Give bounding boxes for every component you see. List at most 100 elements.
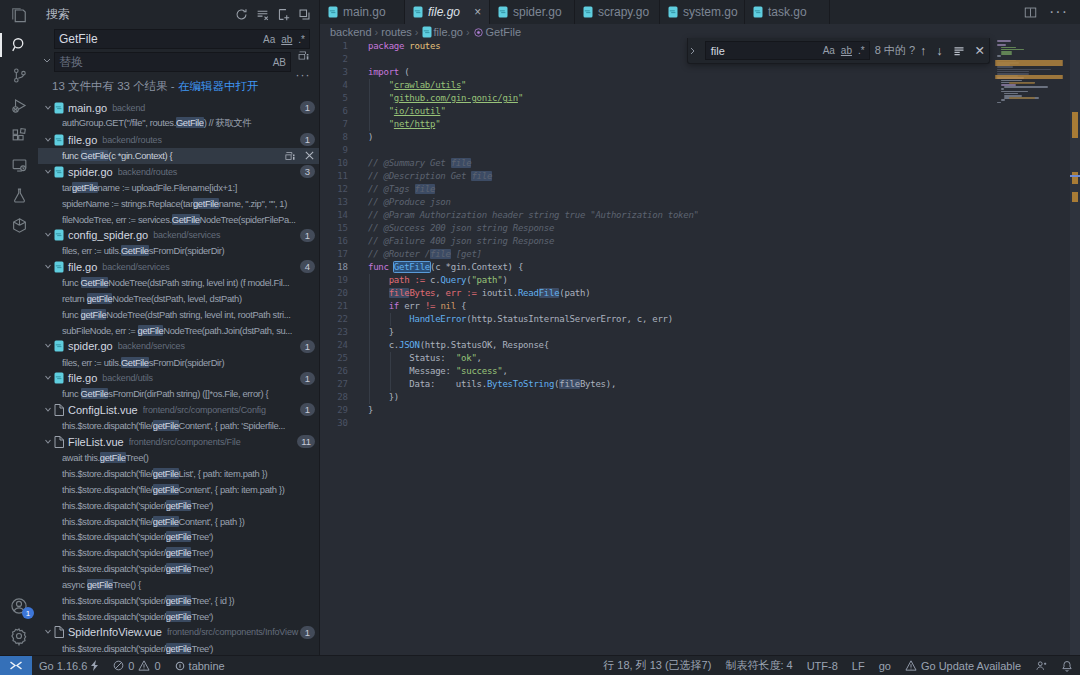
code-editor[interactable]: 1package routes23import (4 "crawlab/util… bbox=[320, 40, 1080, 655]
clear-search-results-icon[interactable] bbox=[256, 8, 269, 21]
replace-input[interactable] bbox=[55, 55, 272, 69]
find-regex-toggle[interactable]: .* bbox=[857, 45, 866, 56]
run-debug-icon[interactable] bbox=[0, 90, 38, 120]
status-item[interactable]: Go Update Available bbox=[898, 660, 1028, 672]
search-result-match[interactable]: await this.getFileTree() bbox=[38, 450, 319, 466]
search-result-match[interactable]: files, err := utils.GetFilesFromDir(spid… bbox=[38, 354, 319, 370]
breadcrumb-item[interactable]: backend bbox=[330, 26, 372, 38]
search-result-match[interactable]: return getFileNodeTree(dstPath, level, d… bbox=[38, 291, 319, 307]
search-result-file[interactable]: file.gobackend/services4 bbox=[38, 259, 319, 275]
search-result-match[interactable]: targetFilename := uploadFile.Filename[id… bbox=[38, 179, 319, 195]
search-result-file[interactable]: ConfigList.vuefrontend/src/components/Co… bbox=[38, 402, 319, 418]
search-result-match[interactable]: authGroup.GET("/file", routes.GetFile) /… bbox=[38, 116, 319, 132]
remote-indicator[interactable] bbox=[0, 656, 32, 675]
search-result-match[interactable]: this.$store.dispatch('spider/getFileTree… bbox=[38, 593, 319, 609]
search-result-match[interactable]: subFileNode, err := getFileNodeTree(path… bbox=[38, 322, 319, 338]
search-result-match[interactable]: this.$store.dispatch('file/getFileConten… bbox=[38, 418, 319, 434]
tab-file.go[interactable]: file.go× bbox=[405, 0, 490, 24]
search-result-match[interactable]: spiderName := strings.Replace(targetFile… bbox=[38, 195, 319, 211]
breadcrumb-item[interactable]: file.go bbox=[422, 26, 463, 38]
status-0[interactable]: 00 bbox=[106, 660, 167, 672]
tab-main.go[interactable]: main.go bbox=[320, 0, 405, 24]
search-result-file[interactable]: config_spider.gobackend/services1 bbox=[38, 227, 319, 243]
search-result-match[interactable]: this.$store.dispatch('spider/getFileTree… bbox=[38, 497, 319, 513]
search-result-match[interactable]: this.$store.dispatch('file/getFileConten… bbox=[38, 481, 319, 497]
search-result-match[interactable]: func getFileNodeTree(dstPath string, lev… bbox=[38, 307, 319, 323]
settings-gear-icon[interactable] bbox=[0, 621, 38, 651]
tab-task.go[interactable]: task.go bbox=[745, 0, 830, 24]
find-whole-word-toggle[interactable]: ab bbox=[840, 45, 853, 56]
whole-word-toggle[interactable]: ab bbox=[280, 34, 293, 45]
find-match-case-toggle[interactable]: Aa bbox=[822, 45, 836, 56]
find-previous-icon[interactable]: ↑ bbox=[920, 44, 926, 58]
search-result-file[interactable]: spider.gobackend/services1 bbox=[38, 338, 319, 354]
preserve-case-toggle[interactable]: AB bbox=[272, 57, 287, 68]
overview-ruler[interactable] bbox=[1070, 40, 1080, 655]
packages-icon[interactable] bbox=[0, 210, 38, 240]
find-next-icon[interactable]: ↓ bbox=[936, 44, 942, 58]
search-result-match[interactable]: this.$store.dispatch('file/getFileList',… bbox=[38, 465, 319, 481]
replace-all-button[interactable] bbox=[297, 49, 310, 62]
search-input-box[interactable]: Aa ab .* bbox=[54, 29, 310, 49]
status-go[interactable]: Go 1.16.6 bbox=[32, 660, 106, 672]
breadcrumb-item[interactable]: routes bbox=[381, 26, 412, 38]
search-result-match[interactable]: this.$store.dispatch('spider/getFileTree… bbox=[38, 609, 319, 625]
search-result-match[interactable]: fileNodeTree, err := services.GetFileNod… bbox=[38, 211, 319, 227]
open-in-editor-icon[interactable] bbox=[298, 8, 311, 21]
search-result-match[interactable]: this.$store.dispatch('spider/getFileTree… bbox=[38, 561, 319, 577]
search-result-match[interactable]: func GetFilesFromDir(dirPath string) ([]… bbox=[38, 386, 319, 402]
testing-icon[interactable] bbox=[0, 180, 38, 210]
status-item[interactable]: UTF-8 bbox=[800, 660, 845, 672]
search-result-file[interactable]: file.gobackend/utils1 bbox=[38, 370, 319, 386]
replace-icon[interactable] bbox=[284, 150, 296, 162]
search-result-match[interactable]: this.$store.dispatch('file/getFileConten… bbox=[38, 513, 319, 529]
search-result-match[interactable]: this.$store.dispatch('spider/getFileTree… bbox=[38, 545, 319, 561]
status-item[interactable]: LF bbox=[845, 660, 872, 672]
extensions-icon[interactable] bbox=[0, 120, 38, 150]
minimap[interactable] bbox=[995, 40, 1065, 655]
status-item[interactable] bbox=[1028, 660, 1054, 672]
search-result-match[interactable]: this.$store.dispatch('spider/getFileTree… bbox=[38, 640, 319, 655]
explorer-icon[interactable] bbox=[0, 0, 38, 30]
status-item[interactable]: go bbox=[872, 660, 898, 672]
search-result-file[interactable]: spider.gobackend/routes3 bbox=[38, 164, 319, 180]
replace-input-box[interactable]: AB bbox=[54, 52, 291, 72]
search-result-file[interactable]: SpiderInfoView.vuefrontend/src/component… bbox=[38, 624, 319, 640]
find-query[interactable]: file bbox=[706, 45, 822, 57]
search-result-match[interactable]: func GetFileNodeTree(dstPath string, lev… bbox=[38, 275, 319, 291]
tab-system.go[interactable]: system.go bbox=[660, 0, 745, 24]
close-tab-icon[interactable]: × bbox=[474, 5, 481, 19]
search-result-match[interactable]: async getFileTree() { bbox=[38, 577, 319, 593]
source-control-icon[interactable] bbox=[0, 60, 38, 90]
split-editor-icon[interactable] bbox=[1024, 6, 1037, 19]
find-input-box[interactable]: file Aa ab .* bbox=[705, 41, 870, 60]
search-result-file[interactable]: file.gobackend/routes1 bbox=[38, 132, 319, 148]
remote-explorer-icon[interactable] bbox=[0, 150, 38, 180]
open-in-editor-link[interactable]: 在编辑器中打开 bbox=[178, 80, 259, 92]
find-in-selection-icon[interactable] bbox=[953, 45, 965, 57]
accounts-icon[interactable]: 1 bbox=[0, 591, 38, 621]
refresh-icon[interactable] bbox=[235, 8, 248, 21]
search-result-match[interactable]: func GetFile(c *gin.Context) { bbox=[38, 148, 319, 164]
open-new-search-editor-icon[interactable] bbox=[277, 8, 290, 21]
search-input[interactable] bbox=[55, 32, 262, 46]
find-toggle-replace-icon[interactable] bbox=[690, 47, 700, 55]
editor-more-actions-icon[interactable]: ··· bbox=[1049, 3, 1068, 21]
status-item[interactable]: 制表符长度: 4 bbox=[718, 658, 799, 673]
dismiss-icon[interactable] bbox=[304, 150, 315, 161]
search-icon[interactable] bbox=[0, 30, 38, 60]
toggle-replace-icon[interactable] bbox=[40, 29, 54, 82]
tab-spider.go[interactable]: spider.go bbox=[490, 0, 575, 24]
find-close-icon[interactable]: ✕ bbox=[975, 43, 985, 58]
status-item[interactable] bbox=[1054, 660, 1080, 672]
breadcrumb-item[interactable]: GetFile bbox=[473, 26, 521, 38]
search-result-match[interactable]: this.$store.dispatch('spider/getFileTree… bbox=[38, 529, 319, 545]
status-tabnine[interactable]: tabnine bbox=[168, 660, 232, 672]
search-result-file[interactable]: FileList.vuefrontend/src/components/File… bbox=[38, 434, 319, 450]
search-result-match[interactable]: files, err := utils.GetFilesFromDir(spid… bbox=[38, 243, 319, 259]
match-case-toggle[interactable]: Aa bbox=[262, 34, 276, 45]
tab-scrapy.go[interactable]: scrapy.go bbox=[575, 0, 660, 24]
search-result-file[interactable]: main.gobackend1 bbox=[38, 100, 319, 116]
status-item[interactable]: 行 18, 列 13 (已选择7) bbox=[596, 658, 718, 673]
regex-toggle[interactable]: .* bbox=[297, 34, 306, 45]
